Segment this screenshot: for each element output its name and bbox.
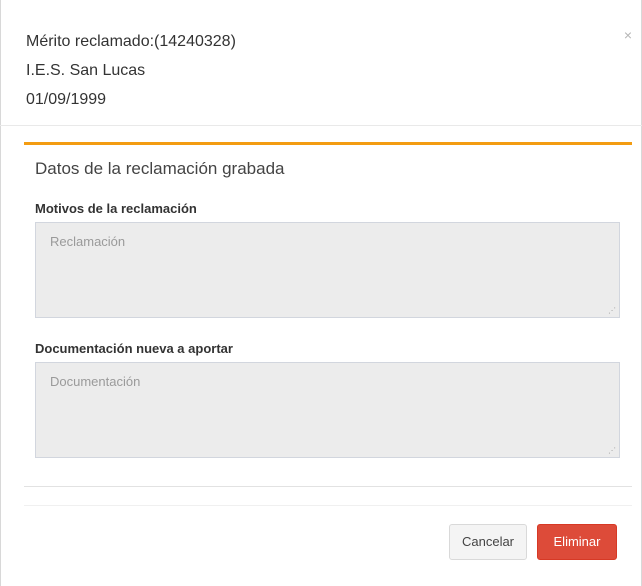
- school-name: I.E.S. San Lucas: [26, 62, 146, 79]
- claim-data-box: Datos de la reclamación grabada Motivos …: [24, 142, 632, 487]
- merit-claimed-title: Mérito reclamado:(14240328): [26, 33, 236, 50]
- merit-date: 01/09/1999: [26, 91, 107, 108]
- new-documentation-textarea[interactable]: Documentación ⋰: [35, 362, 620, 458]
- delete-button[interactable]: Eliminar: [537, 524, 617, 560]
- close-icon[interactable]: ×: [624, 28, 632, 42]
- footer-divider: [24, 505, 632, 506]
- claim-modal: Mérito reclamado:(14240328) I.E.S. San L…: [0, 0, 642, 586]
- new-documentation-label: Documentación nueva a aportar: [35, 341, 233, 356]
- cancel-button[interactable]: Cancelar: [449, 524, 527, 560]
- resize-grip-icon[interactable]: ⋰: [608, 447, 616, 455]
- resize-grip-icon[interactable]: ⋰: [608, 307, 616, 315]
- modal-header: Mérito reclamado:(14240328) I.E.S. San L…: [0, 0, 642, 126]
- new-documentation-placeholder: Documentación: [50, 374, 141, 389]
- claim-reasons-placeholder: Reclamación: [50, 234, 126, 249]
- claim-reasons-label: Motivos de la reclamación: [35, 201, 197, 216]
- box-title: Datos de la reclamación grabada: [35, 159, 285, 178]
- claim-reasons-textarea[interactable]: Reclamación ⋰: [35, 222, 620, 318]
